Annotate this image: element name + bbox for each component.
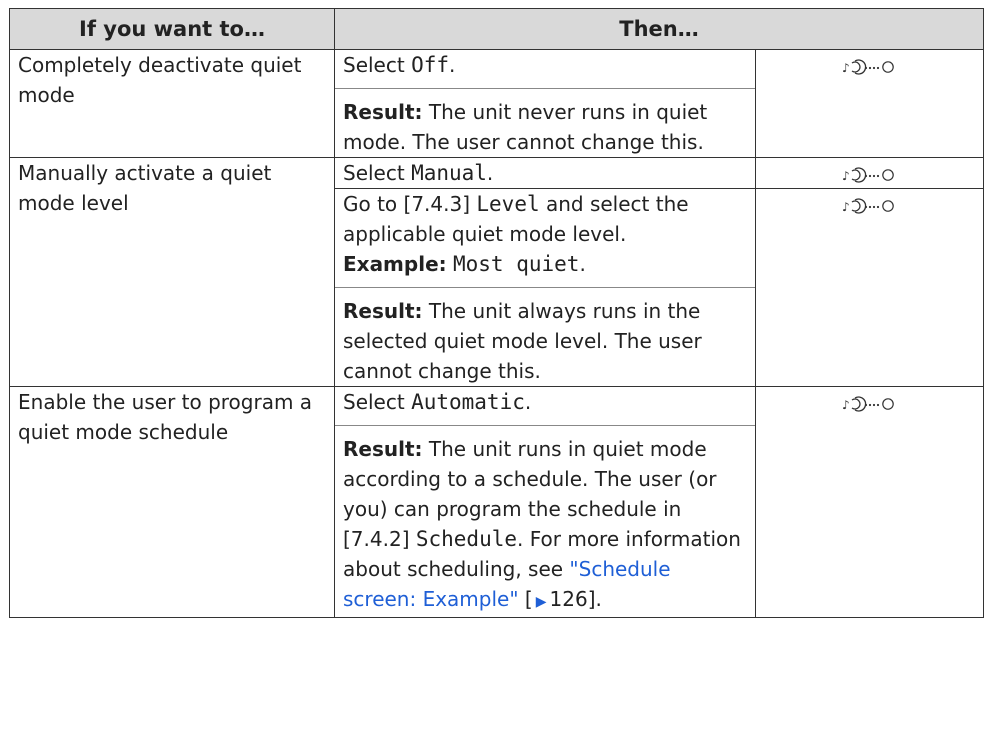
row-goal: Completely deactivate quiet mode [9,49,335,158]
punctuation: . [579,252,586,276]
row-access-cell: ♪ [755,157,984,189]
punctuation: . [449,53,456,77]
result-note: Result: The unit always runs in the sele… [343,296,747,386]
svg-text:♪: ♪ [842,61,850,75]
example-note: Example: Most quiet. [343,249,747,279]
setting-value: Automatic [411,390,525,414]
header-then: Then… [334,8,984,50]
example-value: Most quiet [453,252,580,276]
header-if-you-want: If you want to… [9,8,335,50]
select-label: Select [343,390,412,414]
result-label: Result: [343,437,423,461]
ref-open: [ [518,587,533,611]
row-action: Select Off. Result: The unit never runs … [334,49,756,158]
page-ref[interactable]: 126 [550,587,588,611]
result-note: Result: The unit runs in quiet mode acco… [343,434,747,617]
goal-text: Manually activate a quiet mode level [18,161,272,215]
ref-close: ]. [587,587,602,611]
row-action: Select Manual. [334,157,756,189]
row-action: Go to [7.4.3] Level and select the appli… [334,188,756,387]
result-note: Result: The unit never runs in quiet mod… [343,97,747,157]
result-label: Result: [343,100,423,124]
row-access-cell: ♪ [755,386,984,618]
row-goal: Enable the user to program a quiet mode … [9,386,335,618]
setting-value: Off [411,53,449,77]
goto-instruction: Go to [7.4.3] Level and select the appli… [343,189,747,249]
row-action: Select Automatic. Result: The unit runs … [334,386,756,618]
row-access-cell: ♪ [755,188,984,387]
select-instruction: Select Automatic. [343,387,747,417]
divider [335,88,755,89]
svg-text:♪: ♪ [842,169,850,183]
setting-value: Level [476,192,540,216]
divider [335,287,755,288]
setting-value: Manual [411,161,487,185]
row-goal: Manually activate a quiet mode level [9,157,335,387]
settings-table: If you want to… Then… Completely deactiv… [9,8,984,618]
installer-access-level-icon: ♪ [764,387,975,417]
svg-text:♪: ♪ [842,200,850,214]
goal-text: Completely deactivate quiet mode [18,53,302,107]
example-label: Example: [343,252,447,276]
select-instruction: Select Off. [343,50,747,80]
table-row: Manually activate a quiet mode level Sel… [9,157,984,387]
page-ref-arrow-icon: ▶ [535,594,547,610]
installer-access-level-icon: ♪ [764,158,975,188]
installer-access-level-icon: ♪ [764,189,975,219]
svg-text:♪: ♪ [842,398,850,412]
goto-label: Go to [7.4.3] [343,192,477,216]
table-row: Enable the user to program a quiet mode … [9,386,984,618]
punctuation: . [486,161,494,185]
punctuation: . [524,390,532,414]
select-label: Select [343,161,412,185]
setting-value: Schedule [415,527,518,551]
select-instruction: Select Manual. [343,158,747,188]
table-row: Completely deactivate quiet mode Select … [9,49,984,158]
select-label: Select [343,53,412,77]
divider [335,425,755,426]
table-header-row: If you want to… Then… [9,8,984,50]
goal-text: Enable the user to program a quiet mode … [18,390,313,444]
result-label: Result: [343,299,423,323]
row-access-cell: ♪ [755,49,984,158]
installer-access-level-icon: ♪ [764,50,975,80]
